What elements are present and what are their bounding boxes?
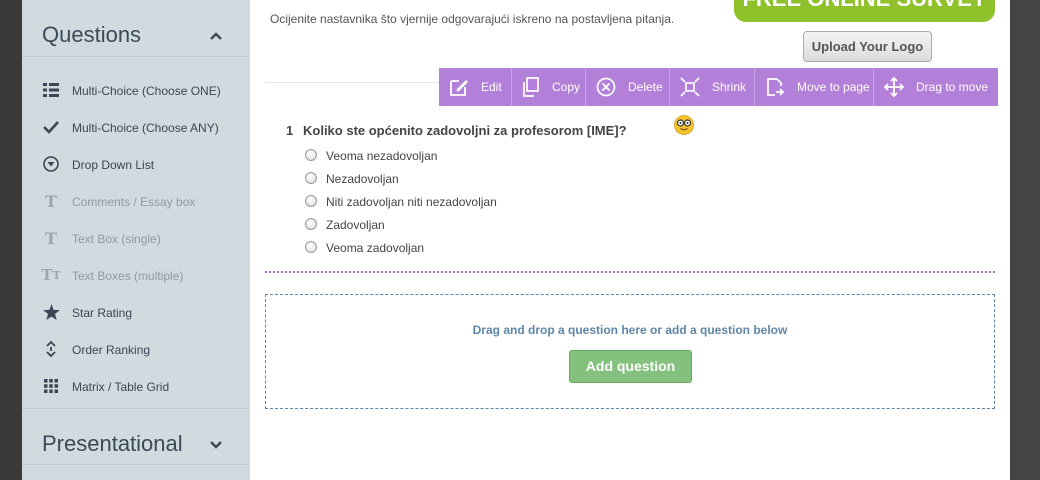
presentational-section-header[interactable]: Presentational [22,408,250,465]
question-type-sidebar: Questions Multi-Choice (Choose ONE) Mult… [22,0,250,480]
copy-icon [522,77,540,97]
survey-description: Ocijenite nastavnika što vjernije odgova… [270,12,675,26]
star-icon [42,303,60,321]
dropdown-circle-icon [42,155,60,173]
delete-label: Delete [628,80,663,94]
grid-icon [42,377,60,395]
list-icon [42,81,60,99]
chevron-up-icon[interactable] [210,30,222,42]
answer-option-label: Nezadovoljan [326,172,399,186]
sidebar-item-order-ranking[interactable]: Order Ranking [22,331,250,368]
sidebar-item-label: Text Box (single) [72,232,161,246]
sidebar-item-text-box-single[interactable]: T Text Box (single) [22,220,250,257]
text-t-icon: T [45,191,57,211]
question-divider [265,271,995,273]
dropzone-hint: Drag and drop a question here or add a q… [472,323,788,337]
radio-button[interactable] [305,218,317,230]
move-to-page-button[interactable]: Move to page [755,68,874,106]
answer-option-label: Zadovoljan [326,218,385,232]
radio-button[interactable] [305,149,317,161]
answer-option-label: Veoma nezadovoljan [326,149,438,163]
sidebar-item-label: Drop Down List [72,158,155,172]
edit-button[interactable]: Edit [439,68,512,106]
question-number: 1 [286,123,294,138]
drag-to-move-handle[interactable]: Drag to move [874,68,998,106]
sidebar-item-text-boxes-multiple[interactable]: TT Text Boxes (multiple) [22,257,250,294]
shrink-label: Shrink [712,80,747,94]
banner-text: FREE ONLINE SURVEY [734,0,995,14]
checkmark-icon [42,118,60,136]
questions-section-title: Questions [42,22,142,47]
free-online-survey-banner[interactable]: FREE ONLINE SURVEY [734,0,995,22]
move-page-icon [765,77,785,97]
chevron-down-icon[interactable] [210,439,222,451]
edit-label: Edit [481,80,502,94]
sidebar-item-label: Order Ranking [72,343,151,357]
sidebar-item-comments-essay[interactable]: T Comments / Essay box [22,183,250,220]
move-to-page-label: Move to page [797,80,870,94]
question-text[interactable]: Koliko ste općenito zadovoljni za profes… [303,123,627,138]
sidebar-item-multi-choice-any[interactable]: Multi-Choice (Choose ANY) [22,109,250,146]
sidebar-item-multi-choice-one[interactable]: Multi-Choice (Choose ONE) [22,72,250,109]
sidebar-item-drop-down-list[interactable]: Drop Down List [22,146,250,183]
move-arrows-icon [884,77,904,97]
radio-button[interactable] [305,172,317,184]
sidebar-item-label: Text Boxes (multiple) [72,269,184,283]
delete-button[interactable]: Delete [586,68,670,106]
sidebar-item-star-rating[interactable]: Star Rating [22,294,250,331]
copy-label: Copy [552,80,581,94]
divider [265,82,440,83]
sidebar-item-label: Multi-Choice (Choose ANY) [72,121,219,135]
radio-button[interactable] [305,241,317,253]
questions-section-header[interactable]: Questions [22,0,250,57]
text-t-icon: T [45,228,57,248]
drag-to-move-label: Drag to move [916,80,989,94]
question-toolbar: Edit Copy Delete Shrink Move to page Dra… [439,68,998,106]
sidebar-item-label: Matrix / Table Grid [72,380,170,394]
edit-icon [449,77,469,97]
radio-button[interactable] [305,195,317,207]
survey-editor: Ocijenite nastavnika što vjernije odgova… [250,0,1010,480]
page-background-right [1010,0,1040,480]
upload-logo-button[interactable]: Upload Your Logo [803,31,932,62]
shrink-icon [680,77,700,97]
sidebar-item-label: Comments / Essay box [72,195,196,209]
shrink-button[interactable]: Shrink [670,68,755,106]
delete-circle-x-icon [596,77,616,97]
presentational-section-title: Presentational [42,431,183,456]
answer-option-label: Veoma zadovoljan [326,241,425,255]
sidebar-item-label: Multi-Choice (Choose ONE) [72,84,221,98]
add-question-button[interactable]: Add question [569,350,692,383]
answer-option-label: Niti zadovoljan niti nezadovoljan [326,195,497,209]
nerd-face-emoji-icon [674,115,694,135]
sort-arrows-icon [42,340,60,358]
text-tt-icon: TT [41,266,61,284]
sidebar-item-matrix-table-grid[interactable]: Matrix / Table Grid [22,368,250,405]
sidebar-item-label: Star Rating [72,306,133,320]
copy-button[interactable]: Copy [512,68,586,106]
question-dropzone[interactable]: Drag and drop a question here or add a q… [265,294,995,409]
